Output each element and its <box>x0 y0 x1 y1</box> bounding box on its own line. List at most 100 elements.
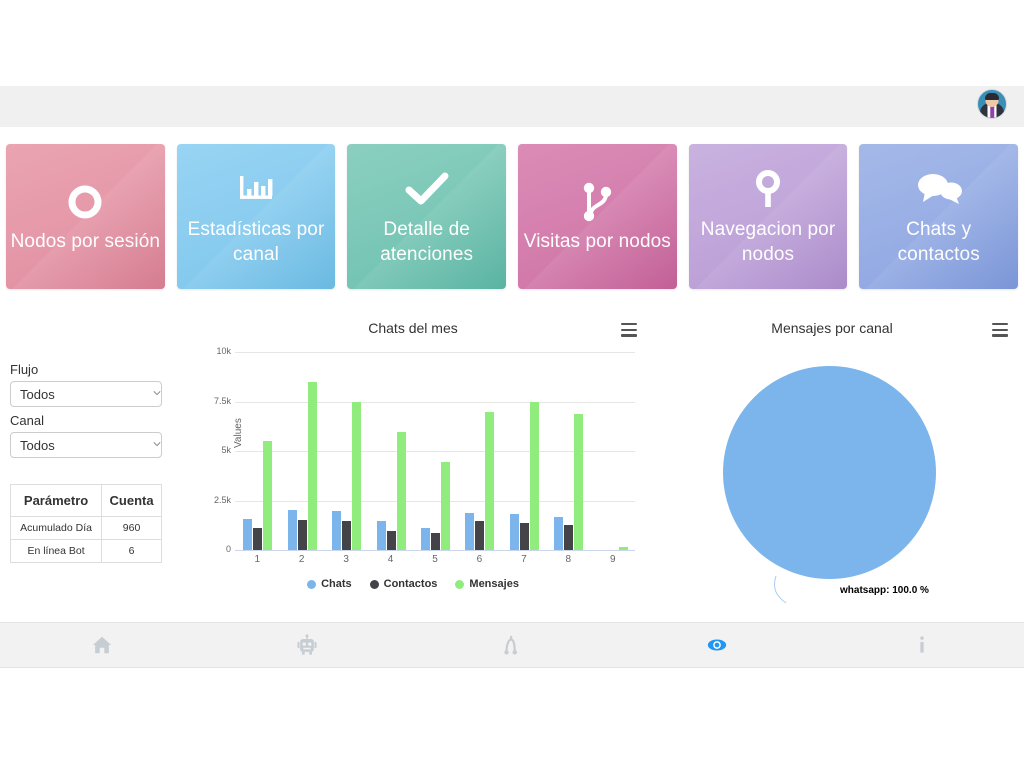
x-axis-tick: 9 <box>598 554 628 565</box>
x-axis-tick: 3 <box>331 554 361 565</box>
header-parametro: Parámetro <box>11 485 102 517</box>
bar-mensajes-4[interactable] <box>397 432 406 550</box>
user-avatar[interactable] <box>977 89 1007 119</box>
flujo-label: Flujo <box>10 362 170 377</box>
shuffle-icon <box>501 634 523 656</box>
legend-item-contactos[interactable]: Contactos <box>370 578 438 590</box>
dashboard-page: Nodos por sesión Estadísticas por canal <box>0 0 1024 768</box>
legend-item-mensajes[interactable]: Mensajes <box>455 578 519 590</box>
bar-mensajes-5[interactable] <box>441 462 450 550</box>
x-axis-tick: 2 <box>287 554 317 565</box>
bar-mensajes-8[interactable] <box>574 414 583 550</box>
cell-parametro: En línea Bot <box>11 540 102 563</box>
bar-chart-panel: Chats del mes Values 02.5k5k7.5k10k12345… <box>183 340 643 600</box>
ring-icon <box>65 179 105 225</box>
bar-chats-7[interactable] <box>510 514 519 550</box>
bar-mensajes-6[interactable] <box>485 412 494 550</box>
bar-chats-6[interactable] <box>465 513 474 550</box>
y-axis-tick: 0 <box>191 544 231 554</box>
y-axis-tick: 7.5k <box>191 396 231 406</box>
flujo-select-wrap: Todos <box>10 381 170 407</box>
legend-dot <box>307 580 316 589</box>
bar-chart-icon <box>234 167 278 213</box>
bar-mensajes-1[interactable] <box>263 441 272 550</box>
table-row: Acumulado Día 960 <box>11 517 162 540</box>
bar-chats-8[interactable] <box>554 517 563 550</box>
info-icon <box>911 634 933 656</box>
avatar-tie <box>990 106 994 118</box>
bar-mensajes-2[interactable] <box>308 382 317 550</box>
x-axis-tick: 6 <box>464 554 494 565</box>
bar-chats-5[interactable] <box>421 528 430 550</box>
bar-mensajes-9[interactable] <box>619 547 628 550</box>
tile-estadisticas-por-canal[interactable]: Estadísticas por canal <box>177 144 336 289</box>
tile-navegacion-por-nodos[interactable]: Navegacion por nodos <box>689 144 848 289</box>
x-axis-tick: 4 <box>376 554 406 565</box>
tile-label: Estadísticas por canal <box>177 217 336 267</box>
y-axis-tick: 2.5k <box>191 495 231 505</box>
legend-label: Chats <box>321 578 352 590</box>
table-header-row: Parámetro Cuenta <box>11 485 162 517</box>
bar-contactos-4[interactable] <box>387 531 396 550</box>
bar-contactos-2[interactable] <box>298 520 307 550</box>
shortcut-tiles: Nodos por sesión Estadísticas por canal <box>6 144 1018 289</box>
robot-icon <box>296 634 318 656</box>
filters-panel: Flujo Todos Canal Todos <box>10 362 170 464</box>
bar-contactos-6[interactable] <box>475 521 484 550</box>
x-axis-tick: 1 <box>242 554 272 565</box>
hamburger-menu-icon[interactable] <box>992 323 1008 337</box>
bar-chats-1[interactable] <box>243 519 252 550</box>
bar-mensajes-7[interactable] <box>530 402 539 550</box>
home-icon <box>91 634 113 656</box>
bar-chats-3[interactable] <box>332 511 341 550</box>
nav-item-flow[interactable] <box>410 622 615 668</box>
pie-slice-whatsapp[interactable] <box>723 366 936 579</box>
bar-mensajes-3[interactable] <box>352 402 361 550</box>
tile-chats-y-contactos[interactable]: Chats y contactos <box>859 144 1018 289</box>
x-axis-tick: 7 <box>509 554 539 565</box>
bar-contactos-7[interactable] <box>520 523 529 550</box>
x-axis-tick: 5 <box>420 554 450 565</box>
bar-chats-4[interactable] <box>377 521 386 550</box>
cell-cuenta: 6 <box>102 540 162 563</box>
canal-select[interactable]: Todos <box>10 432 162 458</box>
bar-contactos-3[interactable] <box>342 521 351 550</box>
pie-data-label: whatsapp: 100.0 % <box>840 585 929 596</box>
tile-label: Visitas por nodos <box>520 229 675 254</box>
table-row: En línea Bot 6 <box>11 540 162 563</box>
flujo-select[interactable]: Todos <box>10 381 162 407</box>
legend-dot <box>370 580 379 589</box>
x-axis-line <box>235 550 635 551</box>
bar-chart-legend: Chats Contactos Mensajes <box>183 578 643 590</box>
bar-contactos-8[interactable] <box>564 525 573 550</box>
pie-connector-line <box>770 576 830 612</box>
tile-detalle-de-atenciones[interactable]: Detalle de atenciones <box>347 144 506 289</box>
chat-bubbles-icon <box>912 167 966 213</box>
pie-chart-title: Mensajes por canal <box>670 320 994 336</box>
tile-label: Nodos por sesión <box>7 229 164 254</box>
hamburger-menu-icon[interactable] <box>621 323 637 337</box>
nav-item-view[interactable] <box>614 622 819 668</box>
nav-item-bot[interactable] <box>205 622 410 668</box>
node-pin-icon <box>751 167 785 213</box>
bar-contactos-1[interactable] <box>253 528 262 550</box>
bar-contactos-5[interactable] <box>431 533 440 550</box>
header-cuenta: Cuenta <box>102 485 162 517</box>
canal-select-wrap: Todos <box>10 432 170 458</box>
nav-item-info[interactable] <box>819 622 1024 668</box>
tile-visitas-por-nodos[interactable]: Visitas por nodos <box>518 144 677 289</box>
bar-chart-plot: Values 02.5k5k7.5k10k123456789 <box>235 352 635 550</box>
legend-item-chats[interactable]: Chats <box>307 578 352 590</box>
tile-label: Detalle de atenciones <box>347 217 506 267</box>
legend-dot <box>455 580 464 589</box>
y-axis-label: Values <box>233 418 244 448</box>
nav-item-home[interactable] <box>0 622 205 668</box>
check-icon <box>403 167 451 213</box>
gridline <box>235 352 635 353</box>
bottom-navigation <box>0 622 1024 668</box>
bar-chats-2[interactable] <box>288 510 297 550</box>
legend-label: Mensajes <box>469 578 519 590</box>
canal-label: Canal <box>10 413 170 428</box>
bar-chart-title: Chats del mes <box>183 320 643 336</box>
tile-nodos-por-sesion[interactable]: Nodos por sesión <box>6 144 165 289</box>
